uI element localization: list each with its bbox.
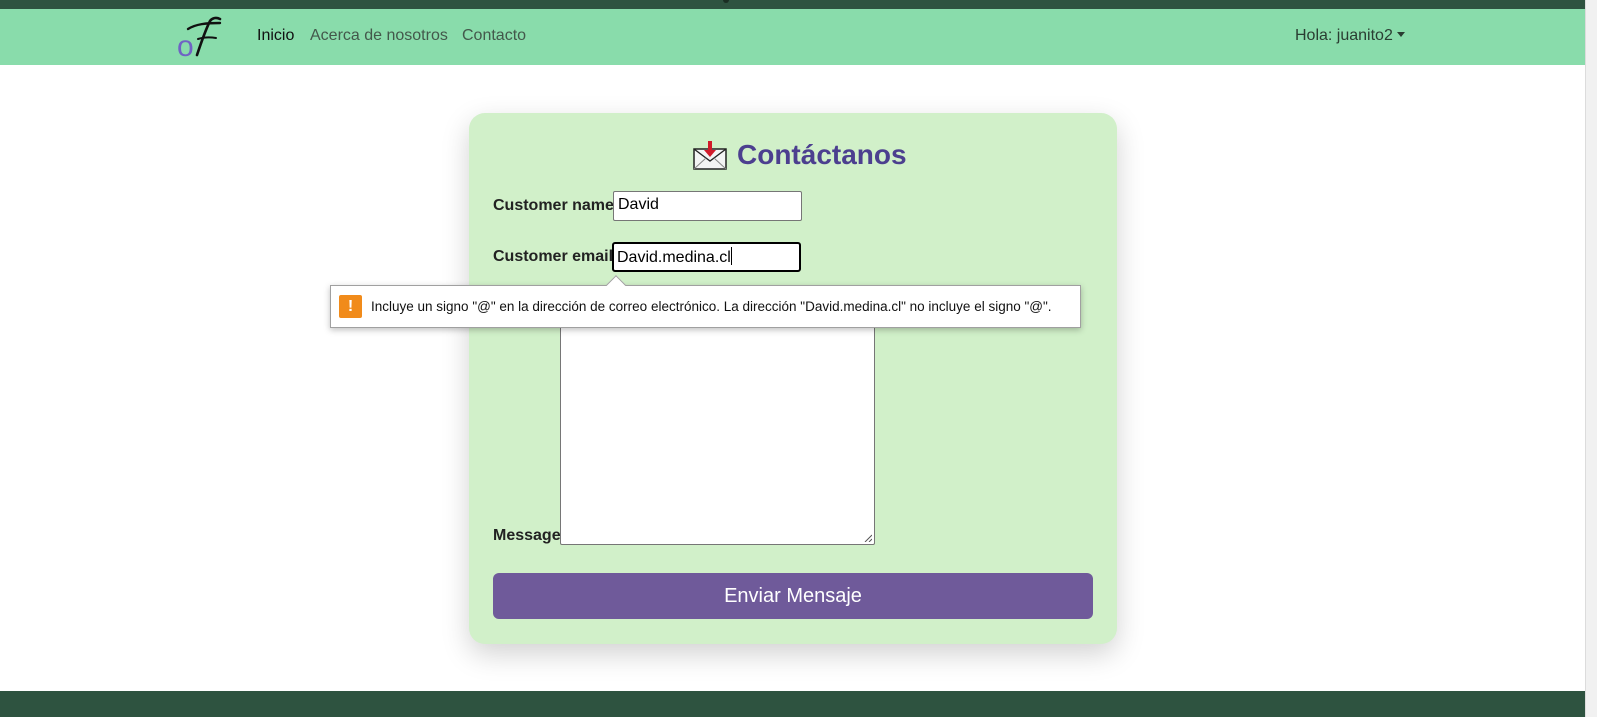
svg-text:o: o xyxy=(177,30,194,59)
fa-signature-logo-icon: o xyxy=(177,16,222,63)
vertical-scrollbar[interactable] xyxy=(1585,0,1597,717)
send-message-button[interactable]: Enviar Mensaje xyxy=(493,573,1093,619)
customer-name-label: Customer name xyxy=(493,197,614,214)
user-dropdown-toggle[interactable]: Hola: juanito2 xyxy=(1295,27,1405,45)
nav-link-contacto[interactable]: Contacto xyxy=(462,27,526,45)
chevron-down-icon xyxy=(1396,32,1405,37)
navbar: o Inicio Acerca de nosotros Contacto Hol… xyxy=(0,9,1585,65)
message-label: Message xyxy=(493,527,561,544)
page-title: Contáctanos xyxy=(737,139,907,170)
email-validation-tooltip: ! Incluye un signo "@" en la dirección d… xyxy=(330,275,1081,328)
customer-email-label: Customer email xyxy=(493,248,614,265)
customer-name-value: David xyxy=(618,196,659,213)
customer-email-value: David.medina.cl xyxy=(617,249,731,266)
envelope-download-icon xyxy=(693,141,727,170)
validation-message: Incluye un signo "@" en la dirección de … xyxy=(371,299,1052,314)
warning-icon: ! xyxy=(339,295,362,318)
top-strip xyxy=(0,0,1585,9)
brand-logo[interactable]: o xyxy=(176,15,224,63)
customer-email-input[interactable]: David.medina.cl xyxy=(612,242,801,272)
contact-card: Contáctanos Customer name David Customer… xyxy=(469,113,1117,644)
nav-link-inicio[interactable]: Inicio xyxy=(257,27,294,45)
nav-link-acerca[interactable]: Acerca de nosotros xyxy=(310,27,448,45)
resize-handle-icon[interactable] xyxy=(864,534,872,542)
message-textarea[interactable] xyxy=(560,295,875,545)
customer-name-input[interactable]: David xyxy=(613,191,802,221)
text-cursor xyxy=(730,247,732,265)
user-greeting: Hola: juanito2 xyxy=(1295,27,1393,44)
top-strip-caret xyxy=(723,0,729,3)
contact-title: Contáctanos xyxy=(693,137,907,173)
footer xyxy=(0,691,1585,717)
